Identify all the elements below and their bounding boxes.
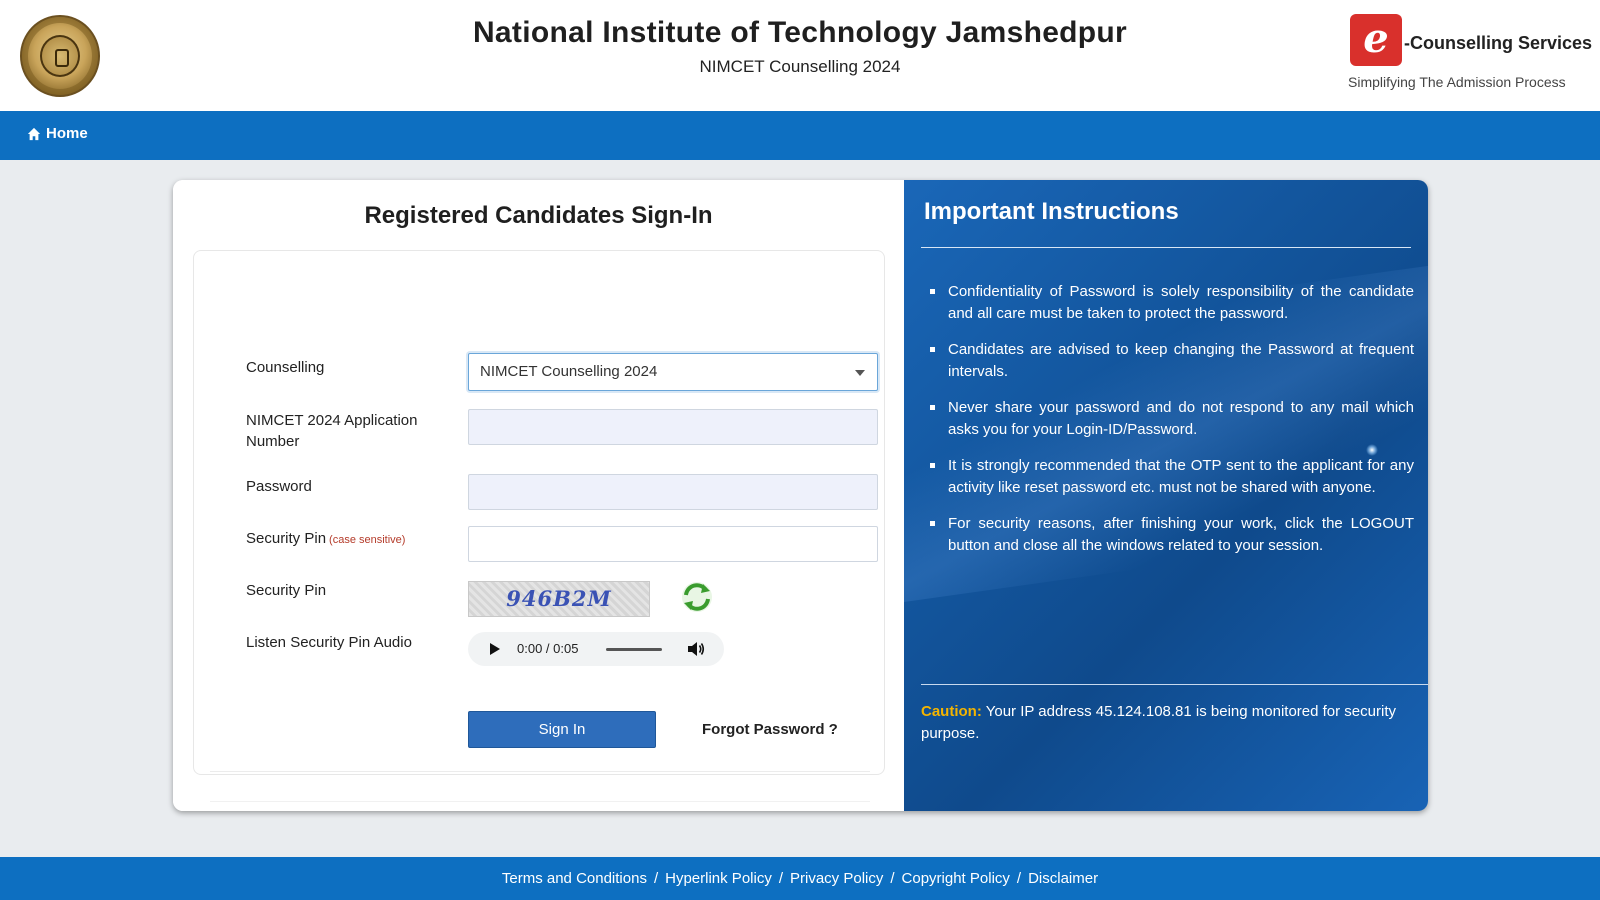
security-pin-label: Security Pin (case sensitive) <box>246 528 405 551</box>
nav-home-label: Home <box>46 125 88 142</box>
form-divider <box>210 771 870 772</box>
counselling-selected-value: NIMCET Counselling 2024 <box>480 363 658 380</box>
brand-name: -Counselling Services <box>1404 33 1593 53</box>
signin-button[interactable]: Sign In <box>468 711 656 748</box>
forgot-password-link[interactable]: Forgot Password ? <box>702 721 838 738</box>
security-pin-audio-player[interactable]: 0:00 / 0:05 <box>468 632 724 666</box>
home-icon <box>27 127 41 140</box>
footer-separator: / <box>890 870 895 887</box>
captcha-image: 946B2M <box>468 581 650 617</box>
application-number-label: NIMCET 2024 Application Number <box>246 412 418 450</box>
password-label: Password <box>246 478 312 495</box>
audio-label: Listen Security Pin Audio <box>246 634 412 651</box>
instruction-item: Candidates are advised to keep changing … <box>928 339 1414 382</box>
brand-tagline: Simplifying The Admission Process <box>1348 74 1566 90</box>
chevron-down-icon <box>855 370 865 376</box>
footer-link-disclaimer[interactable]: Disclaimer <box>1028 870 1098 887</box>
footer-separator: / <box>778 870 783 887</box>
caution-notice: Caution: Your IP address 45.124.108.81 i… <box>921 701 1421 744</box>
instructions-list: Confidentiality of Password is solely re… <box>928 281 1414 571</box>
site-footer: Terms and Conditions / Hyperlink Policy / Pr… <box>0 857 1600 900</box>
case-sensitive-hint: (case sensitive) <box>329 534 406 546</box>
password-input[interactable] <box>468 474 878 510</box>
audio-progress-track[interactable] <box>606 648 662 651</box>
instructions-panel: Important Instructions Confidentiality o… <box>904 180 1428 811</box>
instructions-divider <box>921 247 1411 248</box>
play-icon[interactable] <box>490 643 500 655</box>
instruction-item: Never share your password and do not res… <box>928 397 1414 440</box>
footer-separator: / <box>1016 870 1022 887</box>
main-navbar: Home <box>0 111 1600 160</box>
volume-icon[interactable] <box>687 641 705 657</box>
footer-link-hyperlink-policy[interactable]: Hyperlink Policy <box>665 870 772 887</box>
footer-link-privacy-policy[interactable]: Privacy Policy <box>790 870 883 887</box>
footer-link-terms[interactable]: Terms and Conditions <box>502 870 647 887</box>
instruction-item: For security reasons, after finishing yo… <box>928 513 1414 556</box>
audio-time: 0:00 / 0:05 <box>517 641 579 656</box>
signin-card: Registered Candidates Sign-In Counsellin… <box>173 180 1428 811</box>
site-header: National Institute of Technology Jamshed… <box>0 0 1600 111</box>
instructions-title: Important Instructions <box>924 198 1179 225</box>
footer-separator: / <box>653 870 659 887</box>
footer-link-copyright-policy[interactable]: Copyright Policy <box>902 870 1010 887</box>
signin-title: Registered Candidates Sign-In <box>364 202 713 229</box>
form-divider-secondary <box>210 801 870 802</box>
e-counselling-logo: e <box>1350 14 1402 66</box>
security-pin-input[interactable] <box>468 526 878 562</box>
nav-home-link[interactable]: Home <box>27 125 88 142</box>
signin-panel: Registered Candidates Sign-In Counsellin… <box>173 180 904 811</box>
instruction-item: Confidentiality of Password is solely re… <box>928 281 1414 324</box>
counselling-select[interactable]: NIMCET Counselling 2024 <box>468 353 878 391</box>
captcha-label: Security Pin <box>246 582 327 599</box>
instruction-item: It is strongly recommended that the OTP … <box>928 455 1414 498</box>
caution-label: Caution: <box>921 703 982 720</box>
application-number-input[interactable] <box>468 409 878 445</box>
signin-form: Counselling NIMCET Counselling 2024 NIMC… <box>193 250 885 802</box>
counselling-label: Counselling <box>246 359 325 376</box>
security-pin-label-text: Security Pin <box>246 530 327 547</box>
caution-divider <box>921 684 1428 685</box>
refresh-icon[interactable] <box>680 580 714 614</box>
caution-text: Your IP address 45.124.108.81 is being m… <box>921 703 1396 742</box>
